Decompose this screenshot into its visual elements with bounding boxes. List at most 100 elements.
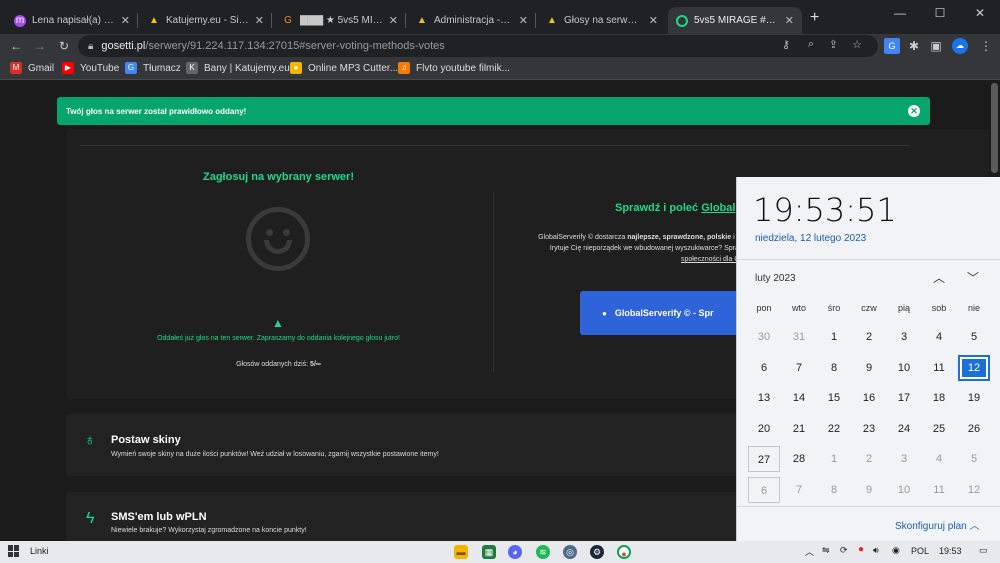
bookmark-flvto[interactable]: ♫ Flvto youtube filmik...	[398, 62, 510, 74]
chrome-icon[interactable]: ●	[617, 545, 631, 559]
links-toolbar[interactable]: Linki	[30, 546, 49, 556]
clock-date[interactable]: niedziela, 12 lutego 2023	[755, 233, 866, 244]
calendar-day[interactable]: 10	[888, 355, 920, 381]
tab-1[interactable]: m Lena napisał(a) do Cie ✕	[6, 7, 138, 34]
desc-link[interactable]: społeczności dla CS	[681, 256, 744, 263]
profile-avatar[interactable]: ☁	[952, 38, 968, 54]
steam-icon[interactable]: ⚙	[590, 545, 604, 559]
calendar-day[interactable]: 8	[818, 477, 850, 503]
microphone-icon[interactable]: ●	[858, 544, 864, 555]
forward-icon[interactable]: →	[32, 38, 48, 54]
calendar-day[interactable]: 5	[958, 324, 990, 350]
calendar-day[interactable]: 25	[923, 416, 955, 442]
calendar-day[interactable]: 8	[818, 355, 850, 381]
calendar-day[interactable]: 15	[818, 385, 850, 411]
network-icon[interactable]: ⇋	[822, 545, 830, 556]
bookmark-tlumacz[interactable]: G Tłumacz	[125, 62, 181, 74]
close-tab-icon[interactable]: ✕	[255, 14, 264, 27]
close-tab-icon[interactable]: ✕	[519, 14, 528, 27]
close-tab-icon[interactable]: ✕	[785, 14, 794, 27]
back-icon[interactable]: ←	[8, 38, 24, 54]
window-close-icon[interactable]: ✕	[960, 2, 1000, 24]
chevron-up-icon[interactable]: ︿	[933, 269, 945, 286]
calendar-day[interactable]: 28	[783, 446, 815, 472]
spotify-icon[interactable]: ≋	[536, 545, 550, 559]
close-icon[interactable]: ✕	[908, 105, 920, 117]
store-icon[interactable]: ▦	[482, 545, 496, 559]
calendar-day[interactable]: 6	[748, 355, 780, 381]
calendar-day[interactable]: 7	[783, 355, 815, 381]
app-icon[interactable]: ◎	[563, 545, 577, 559]
calendar-day[interactable]: 9	[853, 355, 885, 381]
calendar-day[interactable]: 2	[853, 324, 885, 350]
calendar-day[interactable]: 12	[958, 477, 990, 503]
calendar-day[interactable]: 1	[818, 324, 850, 350]
tab-4[interactable]: ▲ Administracja - Katuje ✕	[408, 7, 536, 34]
calendar-day[interactable]: 11	[923, 355, 955, 381]
sidepanel-icon[interactable]: ▣	[928, 38, 944, 54]
calendar-day[interactable]: 4	[923, 324, 955, 350]
calendar-day[interactable]: 24	[888, 416, 920, 442]
bookmark-youtube[interactable]: ▶ YouTube	[62, 62, 119, 74]
calendar-day[interactable]: 11	[923, 477, 955, 503]
close-tab-icon[interactable]: ✕	[389, 14, 398, 27]
tray-chevron-icon[interactable]: ︿	[805, 545, 814, 558]
tab-3[interactable]: G ▇▇▇ ★ 5vs5 MIRAGE ✕	[274, 7, 406, 34]
discord-icon[interactable]: ◕	[508, 545, 522, 559]
steam-tray-icon[interactable]: ◉	[892, 545, 900, 556]
tab-2[interactable]: ▲ Katujemy.eu - Sieć ser ✕	[140, 7, 272, 34]
key-icon[interactable]: ⚷	[782, 38, 790, 51]
bookmark-gmail[interactable]: M Gmail	[10, 62, 54, 74]
minimize-icon[interactable]: —	[880, 2, 920, 24]
extensions-icon[interactable]: ✱	[906, 38, 922, 54]
close-tab-icon[interactable]: ✕	[649, 14, 658, 27]
address-bar[interactable]: 🔒︎ gosetti.pl/serwery/91.224.117.134:270…	[78, 35, 878, 57]
reload-icon[interactable]: ↻	[56, 38, 72, 54]
calendar-day[interactable]: 27	[748, 446, 780, 472]
calendar-day[interactable]: 5	[958, 446, 990, 472]
calendar-day[interactable]: 1	[818, 446, 850, 472]
calendar-day[interactable]: 13	[748, 385, 780, 411]
calendar-day[interactable]: 9	[853, 477, 885, 503]
calendar-day[interactable]: 6	[748, 476, 780, 503]
close-tab-icon[interactable]: ✕	[121, 14, 130, 27]
calendar-day[interactable]: 31	[783, 324, 815, 350]
calendar-day[interactable]: 17	[888, 385, 920, 411]
translate-extension-icon[interactable]: G	[884, 38, 900, 54]
bookmark-mp3cutter[interactable]: ● Online MP3 Cutter...	[290, 62, 398, 74]
calendar-day[interactable]: 19	[958, 385, 990, 411]
windows-start-icon[interactable]	[8, 545, 20, 557]
zoom-icon[interactable]: ⌕	[808, 38, 814, 51]
calendar-day[interactable]: 26	[958, 416, 990, 442]
sync-icon[interactable]: ⟳	[840, 545, 848, 556]
new-tab-icon[interactable]: +	[810, 10, 819, 26]
calendar-day[interactable]: 16	[853, 385, 885, 411]
calendar-day[interactable]: 18	[923, 385, 955, 411]
calendar-day[interactable]: 7	[783, 477, 815, 503]
language-indicator[interactable]: POL	[911, 546, 929, 556]
calendar-day[interactable]: 4	[923, 446, 955, 472]
bookmark-star-icon[interactable]: ☆	[852, 38, 862, 51]
scrollbar-thumb[interactable]	[991, 83, 998, 173]
taskbar-clock[interactable]: 19:53	[939, 546, 962, 556]
configure-plan-link[interactable]: Skonfiguruj plan ︿	[895, 517, 980, 532]
verify-link[interactable]: Global	[701, 202, 735, 214]
calendar-day[interactable]: 20	[748, 416, 780, 442]
volume-icon[interactable]: 🔊︎	[873, 545, 879, 556]
globalserverify-button[interactable]: ● GlobalServerify © - Spr	[580, 291, 740, 335]
share-icon[interactable]: ⇪	[829, 38, 838, 51]
calendar-day[interactable]: 2	[853, 446, 885, 472]
menu-icon[interactable]: ⋮	[978, 38, 994, 54]
chevron-down-icon[interactable]: ﹀	[967, 269, 979, 286]
calendar-day[interactable]: 3	[888, 324, 920, 350]
tab-6-active[interactable]: 5vs5 MIRAGE #3 Katu ✕	[668, 7, 802, 34]
maximize-icon[interactable]: ☐	[920, 2, 960, 24]
calendar-day[interactable]: 23	[853, 416, 885, 442]
calendar-month[interactable]: luty 2023	[755, 273, 796, 284]
tab-5[interactable]: ▲ Głosy na serwer [ 5V5 ✕	[538, 7, 666, 34]
bookmark-bany[interactable]: K Bany | Katujemy.eu	[186, 62, 290, 74]
calendar-day-today[interactable]: 12	[958, 354, 990, 381]
calendar-day[interactable]: 21	[783, 416, 815, 442]
calendar-day[interactable]: 22	[818, 416, 850, 442]
calendar-day[interactable]: 30	[748, 324, 780, 350]
